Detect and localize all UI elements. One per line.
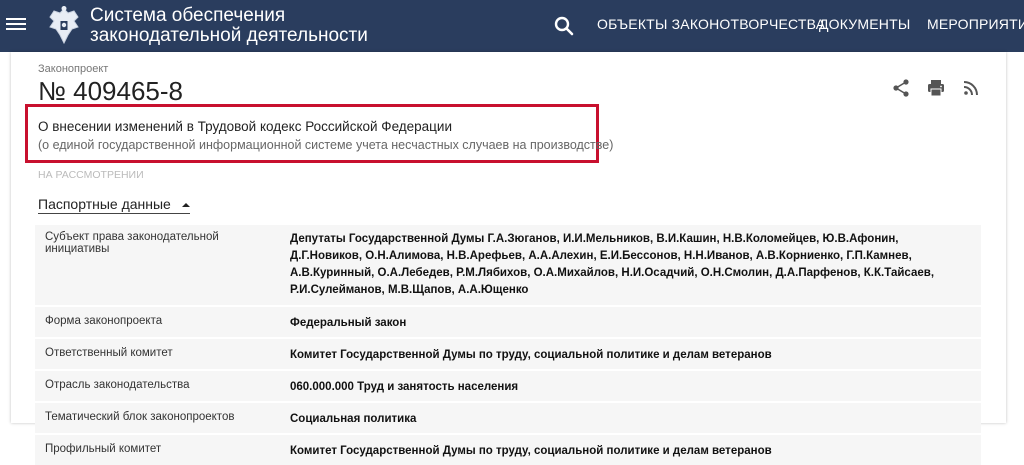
passport-table: Субъект права законодательной инициативы…	[35, 223, 981, 465]
row-value: Социальная политика	[290, 413, 417, 425]
top-app-bar: Система обеспечения законодательной деят…	[0, 0, 1024, 52]
nav-item-events[interactable]: МЕРОПРИЯТИЯ	[927, 16, 1024, 32]
bill-subtitle: (о единой государственной информационной…	[38, 138, 614, 152]
print-icon[interactable]	[926, 78, 946, 98]
row-label: Профильный комитет	[45, 443, 162, 455]
app-title[interactable]: Система обеспечения законодательной деят…	[90, 6, 390, 46]
bill-title: О внесении изменений в Трудовой кодекс Р…	[38, 119, 452, 134]
row-label: Ответственный комитет	[45, 347, 173, 359]
row-value: Комитет Государственной Думы по труду, с…	[290, 445, 772, 457]
menu-icon[interactable]	[6, 15, 26, 35]
table-row: Субъект права законодательной инициативы…	[35, 224, 981, 306]
app-title-line2: законодательной деятельности	[90, 25, 368, 46]
row-value: 060.000.000 Труд и занятость населения	[290, 381, 519, 393]
row-value: Комитет Государственной Думы по труду, с…	[290, 349, 772, 361]
bill-card: Законопроект № 409465-8 О внесении измен…	[11, 52, 1006, 465]
app-title-line1: Система обеспечения	[90, 5, 286, 26]
table-row: Тематический блок законопроектов Социаль…	[35, 402, 981, 434]
search-icon[interactable]	[553, 15, 575, 37]
row-value: Депутаты Государственной Думы Г.А.Зюгано…	[290, 233, 935, 296]
nav-item-documents[interactable]: ДОКУМЕНТЫ	[819, 16, 910, 32]
table-row: Ответственный комитет Комитет Государств…	[35, 338, 981, 370]
row-label: Субъект права законодательной инициативы	[45, 231, 219, 255]
row-value: Федеральный закон	[290, 317, 407, 329]
row-label: Отрасль законодательства	[45, 379, 190, 391]
share-icon[interactable]	[891, 78, 911, 98]
passport-section-toggle[interactable]: Паспортные данные	[38, 196, 190, 214]
table-row: Профильный комитет Комитет Государственн…	[35, 434, 981, 465]
table-row: Форма законопроекта Федеральный закон	[35, 306, 981, 338]
row-label: Тематический блок законопроектов	[45, 411, 235, 423]
row-label: Форма законопроекта	[45, 315, 163, 327]
caret-up-icon	[181, 203, 190, 208]
rss-icon[interactable]	[961, 78, 981, 98]
bill-number: № 409465-8	[38, 76, 183, 106]
doc-type-label: Законопроект	[38, 63, 109, 75]
nav-item-objects[interactable]: ОБЪЕКТЫ ЗАКОНОТВОРЧЕСТВА	[597, 16, 825, 32]
emblem-icon[interactable]	[44, 5, 84, 47]
passport-section-label: Паспортные данные	[38, 196, 171, 212]
bill-status: НА РАССМОТРЕНИИ	[38, 169, 144, 181]
table-row: Отрасль законодательства 060.000.000 Тру…	[35, 370, 981, 402]
